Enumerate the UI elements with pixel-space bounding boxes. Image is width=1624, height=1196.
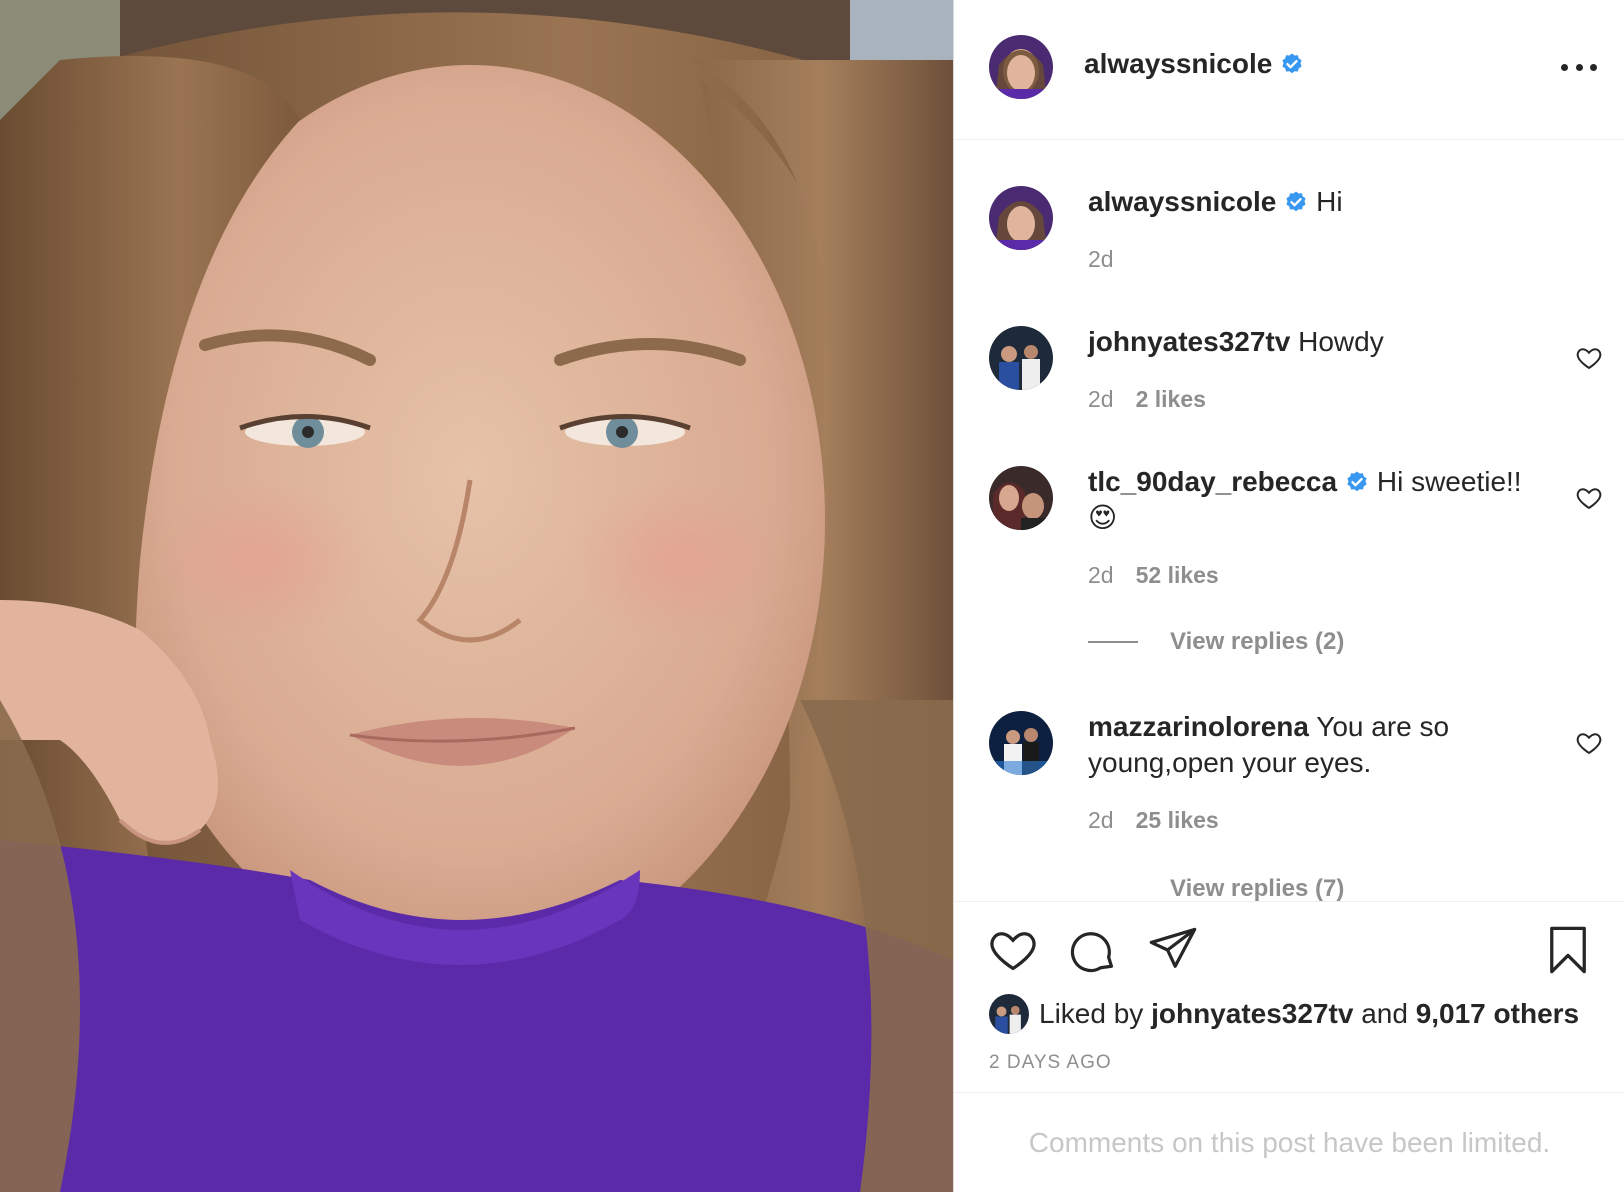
comment-avatar[interactable] (989, 186, 1053, 250)
view-replies-button[interactable]: View replies (2) (1088, 628, 1344, 656)
comment-meta: 2d (1088, 246, 1114, 273)
view-replies-label[interactable]: View replies (7) (1170, 875, 1344, 901)
comment-username[interactable]: alwayssnicole (1088, 186, 1276, 217)
liked-by-summary: Liked by johnyates327tv and 9,017 others (989, 994, 1579, 1034)
paper-plane-icon[interactable] (1147, 924, 1199, 976)
comment-avatar[interactable] (989, 466, 1053, 530)
comment-meta: 2d 2 likes (1088, 386, 1206, 413)
comment-text: Hi (1316, 186, 1343, 217)
replies-divider-line (1088, 641, 1138, 643)
comment-text: Hi sweetie!! (1376, 466, 1522, 497)
post-side-panel: alwayssnicole alwayssnicole Hi 2d johnya… (953, 0, 1624, 1192)
replies-divider-line (1088, 888, 1138, 890)
comment-age: 2d (1088, 386, 1114, 412)
more-horizontal-icon-dot (1561, 63, 1568, 71)
comment-age: 2d (1088, 562, 1114, 588)
comments-limited-notice: Comments on this post have been limited. (954, 1092, 1624, 1192)
comment-meta: 2d 25 likes (1088, 807, 1219, 834)
liked-by-user[interactable]: johnyates327tv (1151, 998, 1353, 1030)
post-photo[interactable] (0, 0, 953, 1192)
comment-likes[interactable]: 25 likes (1136, 807, 1219, 833)
selfie-illustration (0, 0, 953, 1192)
comment-like-heart-icon[interactable] (1575, 729, 1603, 757)
comment-body: alwayssnicole Hi (1088, 184, 1548, 220)
comments-list[interactable]: alwayssnicole Hi 2d johnyates327tv Howdy (954, 141, 1624, 901)
liked-by-prefix: Liked by (1039, 998, 1144, 1029)
comment-like-heart-icon[interactable] (1575, 484, 1603, 512)
comment-like-heart-icon[interactable] (1575, 344, 1603, 372)
comment-text: Howdy (1298, 326, 1384, 357)
view-replies-button[interactable]: View replies (7) (1088, 875, 1344, 901)
bookmark-icon[interactable] (1542, 924, 1594, 976)
comment-likes[interactable]: 2 likes (1136, 386, 1206, 412)
liker-avatar[interactable] (989, 994, 1029, 1034)
comment-body: tlc_90day_rebecca Hi sweetie!! 😍 (1088, 464, 1548, 536)
view-replies-label[interactable]: View replies (2) (1170, 628, 1344, 656)
post-actions: Liked by johnyates327tv and 9,017 others… (954, 901, 1624, 1091)
heart-eyes-emoji: 😍 (1088, 502, 1118, 533)
author-username[interactable]: alwayssnicole (1084, 48, 1304, 80)
verified-badge-icon (1282, 53, 1302, 74)
author-avatar[interactable] (989, 35, 1053, 99)
comment-avatar[interactable] (989, 711, 1053, 775)
comment-meta: 2d 52 likes (1088, 562, 1219, 589)
comment-username[interactable]: tlc_90day_rebecca (1088, 466, 1337, 497)
comment-body: mazzarinolorena You are so young,open yo… (1088, 709, 1548, 781)
heart-icon[interactable] (987, 924, 1039, 976)
verified-badge-icon (1347, 471, 1367, 492)
comment-icon[interactable] (1067, 924, 1119, 976)
more-options-button[interactable] (1561, 52, 1597, 82)
comment-username[interactable]: johnyates327tv (1088, 326, 1290, 357)
more-horizontal-icon-dot (1590, 63, 1597, 71)
post-timestamp[interactable]: 2 DAYS AGO (989, 1052, 1112, 1074)
verified-badge-icon (1286, 191, 1306, 212)
comment-likes[interactable]: 52 likes (1136, 562, 1219, 588)
author-username-text[interactable]: alwayssnicole (1084, 48, 1272, 79)
comment-body: johnyates327tv Howdy (1088, 324, 1548, 360)
liked-by-middle: and (1361, 998, 1408, 1029)
more-horizontal-icon-dot (1575, 63, 1583, 71)
comment-avatar[interactable] (989, 326, 1053, 390)
post-header: alwayssnicole (954, 0, 1624, 140)
instagram-post: alwayssnicole alwayssnicole Hi 2d johnya… (0, 0, 1624, 1192)
comment-age: 2d (1088, 807, 1114, 833)
liked-by-others[interactable]: 9,017 others (1416, 998, 1579, 1030)
comment-age: 2d (1088, 246, 1114, 272)
comment-username[interactable]: mazzarinolorena (1088, 711, 1309, 742)
